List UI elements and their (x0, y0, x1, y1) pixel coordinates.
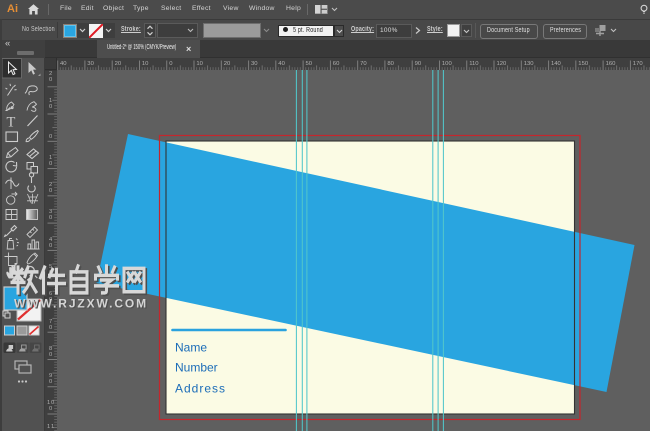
svg-text:0: 0 (49, 406, 52, 412)
svg-text:10: 10 (142, 61, 149, 67)
svg-text:0: 0 (49, 77, 52, 83)
svg-text:130: 130 (524, 61, 535, 67)
svg-text:150: 150 (578, 61, 589, 67)
svg-text:WWW.RJZXW.COM: WWW.RJZXW.COM (14, 297, 148, 311)
svg-text:60: 60 (333, 61, 340, 67)
svg-text:0: 0 (49, 379, 52, 385)
svg-text:40: 40 (60, 61, 67, 67)
svg-text:0: 0 (49, 352, 52, 358)
svg-text:100: 100 (442, 61, 453, 67)
svg-text:0: 0 (49, 243, 52, 249)
svg-text:20: 20 (224, 61, 231, 67)
svg-text:T: T (7, 115, 16, 131)
svg-text:0: 0 (49, 161, 52, 167)
svg-text:10: 10 (196, 61, 203, 67)
svg-text:Address: Address (175, 381, 226, 395)
svg-text:160: 160 (606, 61, 617, 67)
svg-text:0: 0 (49, 325, 52, 331)
svg-text:1: 1 (51, 424, 54, 430)
svg-text:90: 90 (415, 61, 422, 67)
svg-text:30: 30 (251, 61, 258, 67)
svg-text:140: 140 (551, 61, 562, 67)
svg-text:30: 30 (87, 61, 94, 67)
svg-text:70: 70 (360, 61, 367, 67)
svg-text:110: 110 (469, 61, 479, 67)
svg-text:50: 50 (306, 61, 313, 67)
svg-text:0: 0 (49, 188, 52, 194)
svg-text:80: 80 (387, 61, 394, 67)
svg-text:Name: Name (175, 340, 207, 354)
svg-text:Number: Number (175, 361, 218, 375)
svg-text:1: 1 (47, 424, 50, 430)
svg-text:0: 0 (49, 134, 52, 140)
svg-text:40: 40 (278, 61, 285, 67)
svg-text:20: 20 (115, 61, 122, 67)
svg-text:0: 0 (49, 104, 52, 110)
svg-text:170: 170 (633, 61, 644, 67)
svg-text:120: 120 (497, 61, 508, 67)
svg-text:0: 0 (49, 215, 52, 221)
